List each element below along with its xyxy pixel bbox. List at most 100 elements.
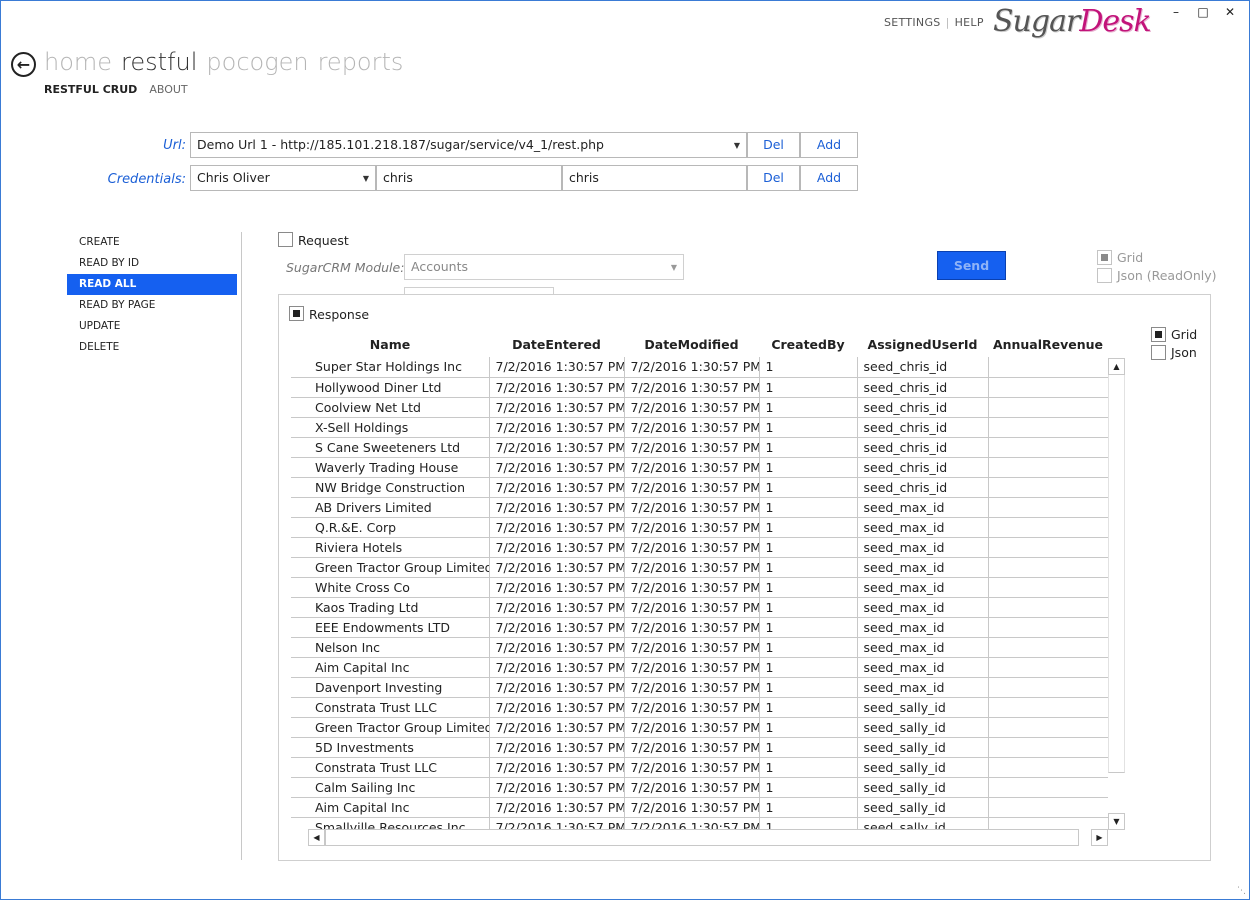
table-cell[interactable]: 1 [759,637,858,658]
minimize-button[interactable]: – [1166,5,1186,19]
table-cell[interactable] [988,477,1108,498]
table-cell[interactable]: Aim Capital Inc [291,657,490,678]
table-row[interactable]: Waverly Trading House 7/2/2016 1:30:57 PM… [291,457,1108,478]
table-cell[interactable]: Kaos Trading Ltd [291,597,490,618]
table-cell[interactable]: 7/2/2016 1:30:57 PM [489,737,625,758]
request-grid-checkbox[interactable] [1097,250,1112,265]
request-checkbox[interactable] [278,232,293,247]
table-cell[interactable]: 7/2/2016 1:30:57 PM [624,597,760,618]
menu-item-read-by-id[interactable]: READ BY ID [67,253,237,274]
request-json-checkbox[interactable] [1097,268,1112,283]
table-cell[interactable]: Green Tractor Group Limited [291,557,490,578]
back-arrow-icon[interactable]: ← [11,52,36,77]
table-cell[interactable]: 7/2/2016 1:30:57 PM [624,657,760,678]
table-row[interactable]: Green Tractor Group Limited 7/2/2016 1:30… [291,717,1108,738]
table-row[interactable]: Davenport Investing 7/2/2016 1:30:57 PM 7/… [291,677,1108,698]
table-cell[interactable]: 7/2/2016 1:30:57 PM [489,377,625,398]
table-cell[interactable]: 7/2/2016 1:30:57 PM [489,657,625,678]
table-cell[interactable]: 7/2/2016 1:30:57 PM [624,577,760,598]
credentials-profile-dropdown[interactable]: Chris Oliver ▼ [190,165,376,191]
table-cell[interactable]: 7/2/2016 1:30:57 PM [489,637,625,658]
table-row[interactable]: Green Tractor Group Limited 7/2/2016 1:30… [291,557,1108,578]
table-cell[interactable]: 7/2/2016 1:30:57 PM [624,557,760,578]
grid-horizontal-scrollbar[interactable]: ◀ ▶ [308,829,1108,846]
table-cell[interactable]: 1 [759,497,858,518]
table-row[interactable]: Constrata Trust LLC 7/2/2016 1:30:57 PM 7/… [291,697,1108,718]
table-row[interactable]: AB Drivers Limited 7/2/2016 1:30:57 PM 7/2… [291,497,1108,518]
table-cell[interactable]: 1 [759,657,858,678]
table-row[interactable]: Aim Capital Inc 7/2/2016 1:30:57 PM 7/2/20… [291,657,1108,678]
table-row[interactable]: Aim Capital Inc 7/2/2016 1:30:57 PM 7/2/20… [291,797,1108,818]
table-row[interactable]: Hollywood Diner Ltd 7/2/2016 1:30:57 PM 7/… [291,377,1108,398]
table-cell[interactable] [988,737,1108,758]
table-cell[interactable]: 7/2/2016 1:30:57 PM [624,397,760,418]
table-cell[interactable]: 7/2/2016 1:30:57 PM [489,717,625,738]
table-cell[interactable]: Coolview Net Ltd [291,397,490,418]
column-header[interactable]: Name [291,331,489,357]
table-cell[interactable]: Aim Capital Inc [291,797,490,818]
table-cell[interactable]: Nelson Inc [291,637,490,658]
table-cell[interactable]: 7/2/2016 1:30:57 PM [624,697,760,718]
table-cell[interactable]: 7/2/2016 1:30:57 PM [489,437,625,458]
table-row[interactable]: 5D Investments 7/2/2016 1:30:57 PM 7/2/201… [291,737,1108,758]
table-cell[interactable]: 7/2/2016 1:30:57 PM [489,457,625,478]
table-cell[interactable]: Riviera Hotels [291,537,490,558]
table-cell[interactable] [988,657,1108,678]
scroll-track[interactable] [1108,375,1125,773]
response-checkbox[interactable] [289,306,304,321]
scroll-thumb[interactable] [325,829,1079,846]
table-cell[interactable]: seed_max_id [857,517,989,538]
table-cell[interactable]: 1 [759,757,858,778]
table-cell[interactable]: Q.R.&E. Corp [291,517,490,538]
table-cell[interactable]: seed_sally_id [857,797,989,818]
credentials-add-button[interactable]: Add [800,165,858,191]
table-cell[interactable] [988,517,1108,538]
table-cell[interactable]: seed_max_id [857,557,989,578]
table-cell[interactable]: X-Sell Holdings [291,417,490,438]
table-row[interactable]: Nelson Inc 7/2/2016 1:30:57 PM 7/2/2016 1:… [291,637,1108,658]
table-cell[interactable] [988,397,1108,418]
table-cell[interactable]: NW Bridge Construction [291,477,490,498]
table-cell[interactable]: 1 [759,677,858,698]
table-cell[interactable]: 7/2/2016 1:30:57 PM [624,477,760,498]
table-cell[interactable]: 1 [759,477,858,498]
table-cell[interactable]: seed_sally_id [857,757,989,778]
menu-item-delete[interactable]: DELETE [67,337,237,358]
username-input[interactable]: chris [376,165,562,191]
url-del-button[interactable]: Del [747,132,800,158]
scroll-right-icon[interactable]: ▶ [1091,829,1108,846]
table-cell[interactable]: seed_max_id [857,637,989,658]
table-cell[interactable]: seed_max_id [857,497,989,518]
table-cell[interactable]: seed_max_id [857,577,989,598]
table-cell[interactable] [988,497,1108,518]
table-cell[interactable]: seed_chris_id [857,477,989,498]
table-cell[interactable]: 7/2/2016 1:30:57 PM [624,357,760,378]
table-cell[interactable]: 7/2/2016 1:30:57 PM [624,717,760,738]
resize-grip-icon[interactable]: ⋱ [1237,886,1246,896]
table-cell[interactable]: 7/2/2016 1:30:57 PM [489,757,625,778]
table-row[interactable]: X-Sell Holdings 7/2/2016 1:30:57 PM 7/2/20… [291,417,1108,438]
table-cell[interactable]: 1 [759,797,858,818]
table-row[interactable]: Kaos Trading Ltd 7/2/2016 1:30:57 PM 7/2/2… [291,597,1108,618]
table-cell[interactable]: 7/2/2016 1:30:57 PM [624,617,760,638]
table-cell[interactable]: 1 [759,517,858,538]
url-add-button[interactable]: Add [800,132,858,158]
table-cell[interactable] [988,757,1108,778]
table-cell[interactable]: 7/2/2016 1:30:57 PM [489,577,625,598]
table-cell[interactable]: 7/2/2016 1:30:57 PM [624,797,760,818]
menu-item-create[interactable]: CREATE [67,232,237,253]
table-cell[interactable]: seed_chris_id [857,457,989,478]
table-cell[interactable]: seed_sally_id [857,697,989,718]
table-cell[interactable]: 7/2/2016 1:30:57 PM [624,377,760,398]
table-cell[interactable]: 7/2/2016 1:30:57 PM [624,637,760,658]
table-cell[interactable]: Hollywood Diner Ltd [291,377,490,398]
response-grid-checkbox[interactable] [1151,327,1166,342]
column-header[interactable]: AnnualRevenue [988,331,1108,357]
scroll-down-icon[interactable]: ▼ [1108,813,1125,830]
table-cell[interactable] [988,617,1108,638]
menu-item-read-all[interactable]: READ ALL [67,274,237,295]
subnav-restful-crud[interactable]: RESTFUL CRUD [44,83,137,96]
table-cell[interactable]: 7/2/2016 1:30:57 PM [624,437,760,458]
nav-pocogen[interactable]: pocogen [206,48,308,76]
table-cell[interactable] [988,697,1108,718]
